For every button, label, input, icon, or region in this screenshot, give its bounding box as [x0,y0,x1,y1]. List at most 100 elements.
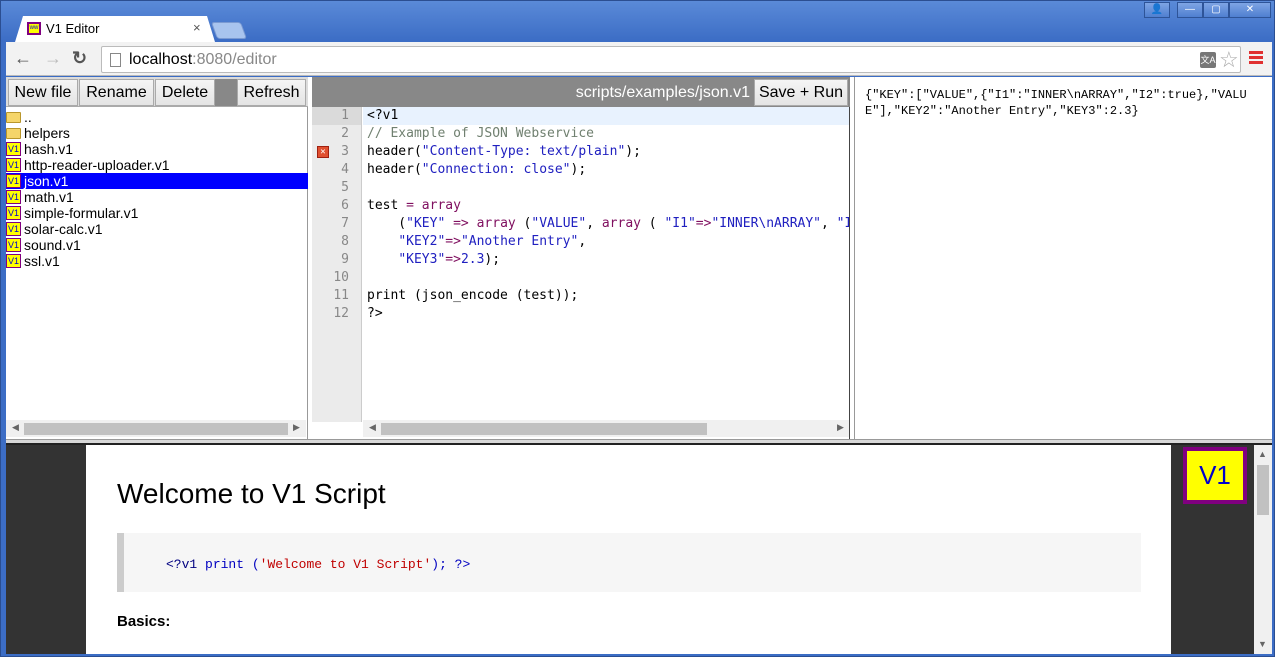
output-text: {"KEY":["VALUE",{"I1":"INNER\nARRAY","I2… [865,88,1247,118]
file-item[interactable]: V1 math.v1 [6,189,308,205]
scroll-thumb[interactable] [1257,465,1269,515]
code-line: "KEY2"=>"Another Entry", [398,234,587,249]
file-name: hash.v1 [24,141,74,157]
scroll-thumb[interactable] [24,423,288,435]
editor-hscrollbar[interactable]: ◀ ▶ [363,420,849,437]
code-editor: scripts/examples/json.v1 Save + Run 1 2 ✕ 3… [312,77,850,439]
file-name: solar-calc.v1 [24,221,103,237]
line-number: 12 [312,305,361,323]
minimize-button[interactable]: — [1177,2,1203,18]
refresh-button[interactable]: Refresh [237,79,306,106]
scroll-left-icon[interactable]: ◀ [12,422,19,433]
rename-button[interactable]: Rename [79,79,154,106]
docs-vscrollbar[interactable]: ▲ ▼ [1254,445,1272,654]
code-area[interactable]: <?v1 // Example of JSON Webservice heade… [363,107,849,422]
new-file-button[interactable]: New file [8,79,78,106]
line-number: 6 [312,197,361,215]
line-number-text: 1 [341,108,349,123]
code-line: // Example of JSON Webservice [367,126,594,141]
output-panel: {"KEY":["VALUE",{"I1":"INNER\nARRAY","I2… [854,77,1272,439]
scroll-thumb[interactable] [381,423,707,435]
tab-close-icon[interactable]: × [193,20,201,35]
doc-code-example: <?v1 print ('Welcome to V1 Script'); ?> [117,533,1141,592]
v1-file-icon: V1 [6,174,21,188]
line-number-text: 7 [341,216,349,231]
doc-code-line: <?v1 print ('Welcome to V1 Script'); ?> [166,555,470,573]
code-line: <?v1 [363,107,849,125]
tab-title: V1 Editor [46,21,100,36]
file-item[interactable]: .. [6,109,308,125]
scroll-right-icon[interactable]: ▶ [837,422,844,433]
file-item[interactable]: V1 http-reader-uploader.v1 [6,157,308,173]
file-list-hscrollbar[interactable]: ◀ ▶ [6,420,306,437]
file-name: sound.v1 [24,237,81,253]
line-number: 2 [312,125,361,143]
file-path: scripts/examples/json.v1 [575,84,750,101]
file-item[interactable]: V1 solar-calc.v1 [6,221,308,237]
line-number: 5 [312,179,361,197]
v1-file-icon: V1 [6,142,21,156]
v1-file-icon: V1 [6,254,21,268]
browser-toolbar: ← → ↻ localhost:8080/editor 文A ☆ [6,42,1272,76]
v1-file-icon: V1 [6,190,21,204]
line-number: 11 [312,287,361,305]
code-paren: ( [244,557,260,572]
line-number: 4 [312,161,361,179]
code-keyword: print [205,557,245,572]
doc-heading: Welcome to V1 Script [117,478,386,509]
scroll-left-icon[interactable]: ◀ [369,422,376,433]
maximize-button[interactable]: ▢ [1203,2,1229,18]
file-name: simple-formular.v1 [24,205,139,221]
folder-icon [6,112,21,123]
menu-icon[interactable] [1249,51,1263,66]
logo-text: V1 [1187,451,1243,500]
editor-toolbar: scripts/examples/json.v1 Save + Run [312,77,850,107]
v1-file-icon: V1 [6,206,21,220]
translate-icon[interactable]: 文A [1200,52,1216,68]
v1-file-icon: V1 [6,158,21,172]
close-icon: ✕ [1245,4,1255,15]
maximize-icon: ▢ [1211,4,1221,15]
file-item[interactable]: helpers [6,125,308,141]
line-number: 9 [312,251,361,269]
tab-v1-editor[interactable]: ww V1 Editor × [15,16,215,42]
scroll-up-icon[interactable]: ▲ [1258,449,1267,459]
reload-icon[interactable]: ↻ [72,49,87,67]
file-item[interactable]: V1 simple-formular.v1 [6,205,308,221]
favicon-icon: ww [27,22,41,35]
close-window-button[interactable]: ✕ [1229,2,1271,18]
new-tab-button[interactable] [210,22,248,39]
v1-file-icon: V1 [6,222,21,236]
line-number-text: 6 [341,198,349,213]
back-icon[interactable]: ← [14,49,32,67]
profile-button[interactable]: 👤 [1144,2,1170,18]
url-port-path: :8080/editor [192,51,277,68]
address-bar[interactable]: localhost:8080/editor 文A ☆ [101,46,1241,73]
file-item[interactable]: V1 json.v1 [6,173,308,189]
line-number-text: 8 [341,234,349,249]
file-name: http-reader-uploader.v1 [24,157,170,173]
forward-icon[interactable]: → [44,49,62,67]
file-item[interactable]: V1 sound.v1 [6,237,308,253]
browser-window: 👤 — ▢ ✕ ww V1 Editor × ← → ↻ localhost:8… [0,0,1275,657]
file-panel: New file Rename Delete Refresh .. helpers… [6,77,308,439]
code-close-tag: ); ?> [431,557,471,572]
line-number-text: 3 [341,144,349,159]
profile-icon: 👤 [1150,4,1164,15]
scroll-right-icon[interactable]: ▶ [293,422,300,433]
code-line: header("Content-Type: text/plain"); [367,144,641,159]
documentation-body: Welcome to V1 Script <?v1 print ('Welcom… [86,445,1171,654]
scroll-down-icon[interactable]: ▼ [1258,639,1267,649]
doc-subheading-basics: Basics: [117,613,171,630]
error-marker-icon[interactable]: ✕ [317,146,329,158]
bookmark-star-icon[interactable]: ☆ [1219,47,1239,73]
file-toolbar: New file Rename Delete Refresh [6,77,308,107]
save-run-button[interactable]: Save + Run [754,79,848,106]
file-list: .. helpers V1 hash.v1 V1 http-reader-uploader… [6,109,308,269]
code-line: test = array [367,198,461,213]
delete-button[interactable]: Delete [155,79,215,106]
file-item[interactable]: V1 ssl.v1 [6,253,308,269]
line-number-text: 5 [341,180,349,195]
file-item[interactable]: V1 hash.v1 [6,141,308,157]
